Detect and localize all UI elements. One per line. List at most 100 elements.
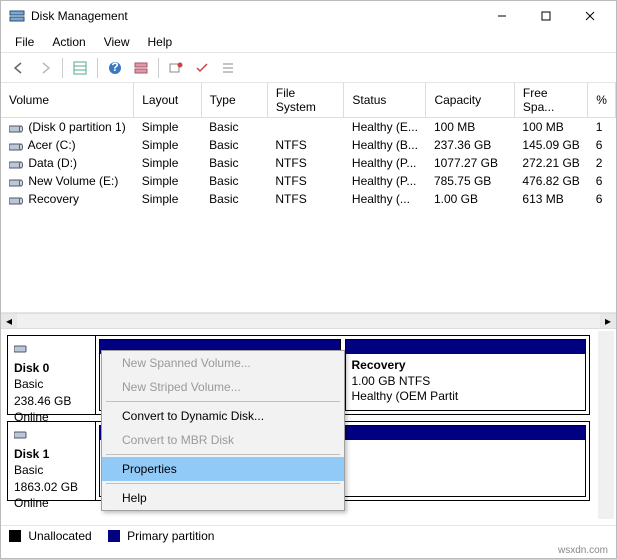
disk-name: Disk 0 — [14, 360, 89, 376]
col-free[interactable]: Free Spa... — [514, 83, 587, 118]
cell-free: 145.09 GB — [514, 136, 587, 154]
disk-type: Basic — [14, 462, 89, 478]
partition-stripe — [346, 340, 586, 354]
disk-name: Disk 1 — [14, 446, 89, 462]
cell-fs: NTFS — [267, 190, 344, 208]
swatch-primary — [108, 530, 120, 542]
toolbar: ? — [1, 53, 616, 83]
disk-info[interactable]: Disk 1Basic1863.02 GBOnline — [8, 422, 96, 500]
cell-layout: Simple — [134, 190, 201, 208]
view-graphical-icon[interactable] — [129, 56, 153, 80]
context-menu-item: Convert to MBR Disk — [102, 428, 344, 452]
cell-status: Healthy (... — [344, 190, 426, 208]
col-percent[interactable]: % — [588, 83, 616, 118]
cell-capacity: 1.00 GB — [426, 190, 514, 208]
cell-volume: New Volume (E:) — [1, 172, 134, 190]
table-row[interactable]: New Volume (E:)SimpleBasicNTFSHealthy (P… — [1, 172, 616, 190]
legend-primary-label: Primary partition — [127, 529, 214, 543]
context-menu-item[interactable]: Help — [102, 486, 344, 510]
context-menu-item[interactable]: Properties — [102, 457, 344, 481]
menu-view[interactable]: View — [96, 33, 138, 51]
cell-free: 476.82 GB — [514, 172, 587, 190]
table-header-row: Volume Layout Type File System Status Ca… — [1, 83, 616, 118]
back-button[interactable] — [7, 56, 31, 80]
cell-capacity: 100 MB — [426, 118, 514, 137]
cell-type: Basic — [201, 154, 267, 172]
app-icon — [9, 8, 25, 24]
help-icon[interactable]: ? — [103, 56, 127, 80]
cell-pct: 2 — [588, 154, 616, 172]
cell-layout: Simple — [134, 118, 201, 137]
disk-state: Online — [14, 495, 89, 511]
partition-detail: 1.00 GB NTFS — [352, 374, 580, 390]
col-volume[interactable]: Volume — [1, 83, 134, 118]
menu-help[interactable]: Help — [140, 33, 181, 51]
forward-button[interactable] — [33, 56, 57, 80]
volume-list: Volume Layout Type File System Status Ca… — [1, 83, 616, 313]
checklist-icon[interactable] — [190, 56, 214, 80]
cell-layout: Simple — [134, 172, 201, 190]
cell-capacity: 1077.27 GB — [426, 154, 514, 172]
disk-size: 238.46 GB — [14, 393, 89, 409]
cell-capacity: 237.36 GB — [426, 136, 514, 154]
close-button[interactable] — [568, 2, 612, 30]
title-bar: Disk Management — [1, 1, 616, 31]
disk-type: Basic — [14, 376, 89, 392]
table-row[interactable]: RecoverySimpleBasicNTFSHealthy (...1.00 … — [1, 190, 616, 208]
cell-pct: 6 — [588, 172, 616, 190]
cell-pct: 6 — [588, 190, 616, 208]
cell-volume: Data (D:) — [1, 154, 134, 172]
toolbar-separator — [158, 58, 159, 78]
table-row[interactable]: Data (D:)SimpleBasicNTFSHealthy (P...107… — [1, 154, 616, 172]
legend: Unallocated Primary partition — [1, 525, 616, 545]
minimize-button[interactable] — [480, 2, 524, 30]
cell-status: Healthy (B... — [344, 136, 426, 154]
cell-free: 272.21 GB — [514, 154, 587, 172]
partition-sub: Healthy (OEM Partit — [352, 389, 580, 405]
context-menu-item: New Striped Volume... — [102, 375, 344, 399]
drive-icon — [9, 123, 23, 133]
disk-info[interactable]: Disk 0Basic238.46 GBOnline — [8, 336, 96, 414]
horizontal-scrollbar[interactable]: ◂ ▸ — [1, 313, 616, 329]
cell-free: 613 MB — [514, 190, 587, 208]
legend-unallocated-label: Unallocated — [28, 529, 91, 543]
scroll-right-icon[interactable]: ▸ — [600, 314, 616, 328]
col-capacity[interactable]: Capacity — [426, 83, 514, 118]
partition-title: Recovery — [352, 358, 580, 374]
drive-icon — [9, 141, 23, 151]
col-layout[interactable]: Layout — [134, 83, 201, 118]
view-list-icon[interactable] — [68, 56, 92, 80]
context-menu-item: New Spanned Volume... — [102, 351, 344, 375]
col-type[interactable]: Type — [201, 83, 267, 118]
cell-pct: 1 — [588, 118, 616, 137]
cell-fs: NTFS — [267, 136, 344, 154]
cell-status: Healthy (P... — [344, 154, 426, 172]
cell-pct: 6 — [588, 136, 616, 154]
menu-action[interactable]: Action — [44, 33, 93, 51]
partition[interactable]: Recovery1.00 GB NTFSHealthy (OEM Partit — [345, 339, 587, 411]
legend-primary: Primary partition — [108, 529, 215, 543]
col-filesystem[interactable]: File System — [267, 83, 344, 118]
vertical-scrollbar[interactable] — [598, 331, 614, 519]
cell-capacity: 785.75 GB — [426, 172, 514, 190]
table-row[interactable]: (Disk 0 partition 1)SimpleBasicHealthy (… — [1, 118, 616, 137]
cell-fs: NTFS — [267, 154, 344, 172]
maximize-button[interactable] — [524, 2, 568, 30]
cell-status: Healthy (E... — [344, 118, 426, 137]
cell-volume: Acer (C:) — [1, 136, 134, 154]
swatch-unallocated — [9, 530, 21, 542]
table-row[interactable]: Acer (C:)SimpleBasicNTFSHealthy (B...237… — [1, 136, 616, 154]
settings-icon[interactable] — [164, 56, 188, 80]
svg-text:?: ? — [111, 61, 118, 74]
window-title: Disk Management — [31, 9, 480, 23]
list-icon[interactable] — [216, 56, 240, 80]
cell-status: Healthy (P... — [344, 172, 426, 190]
context-menu-item[interactable]: Convert to Dynamic Disk... — [102, 404, 344, 428]
scroll-left-icon[interactable]: ◂ — [1, 314, 17, 328]
col-status[interactable]: Status — [344, 83, 426, 118]
drive-icon — [9, 159, 23, 169]
cell-type: Basic — [201, 118, 267, 137]
cell-type: Basic — [201, 172, 267, 190]
menu-file[interactable]: File — [7, 33, 42, 51]
toolbar-separator — [97, 58, 98, 78]
